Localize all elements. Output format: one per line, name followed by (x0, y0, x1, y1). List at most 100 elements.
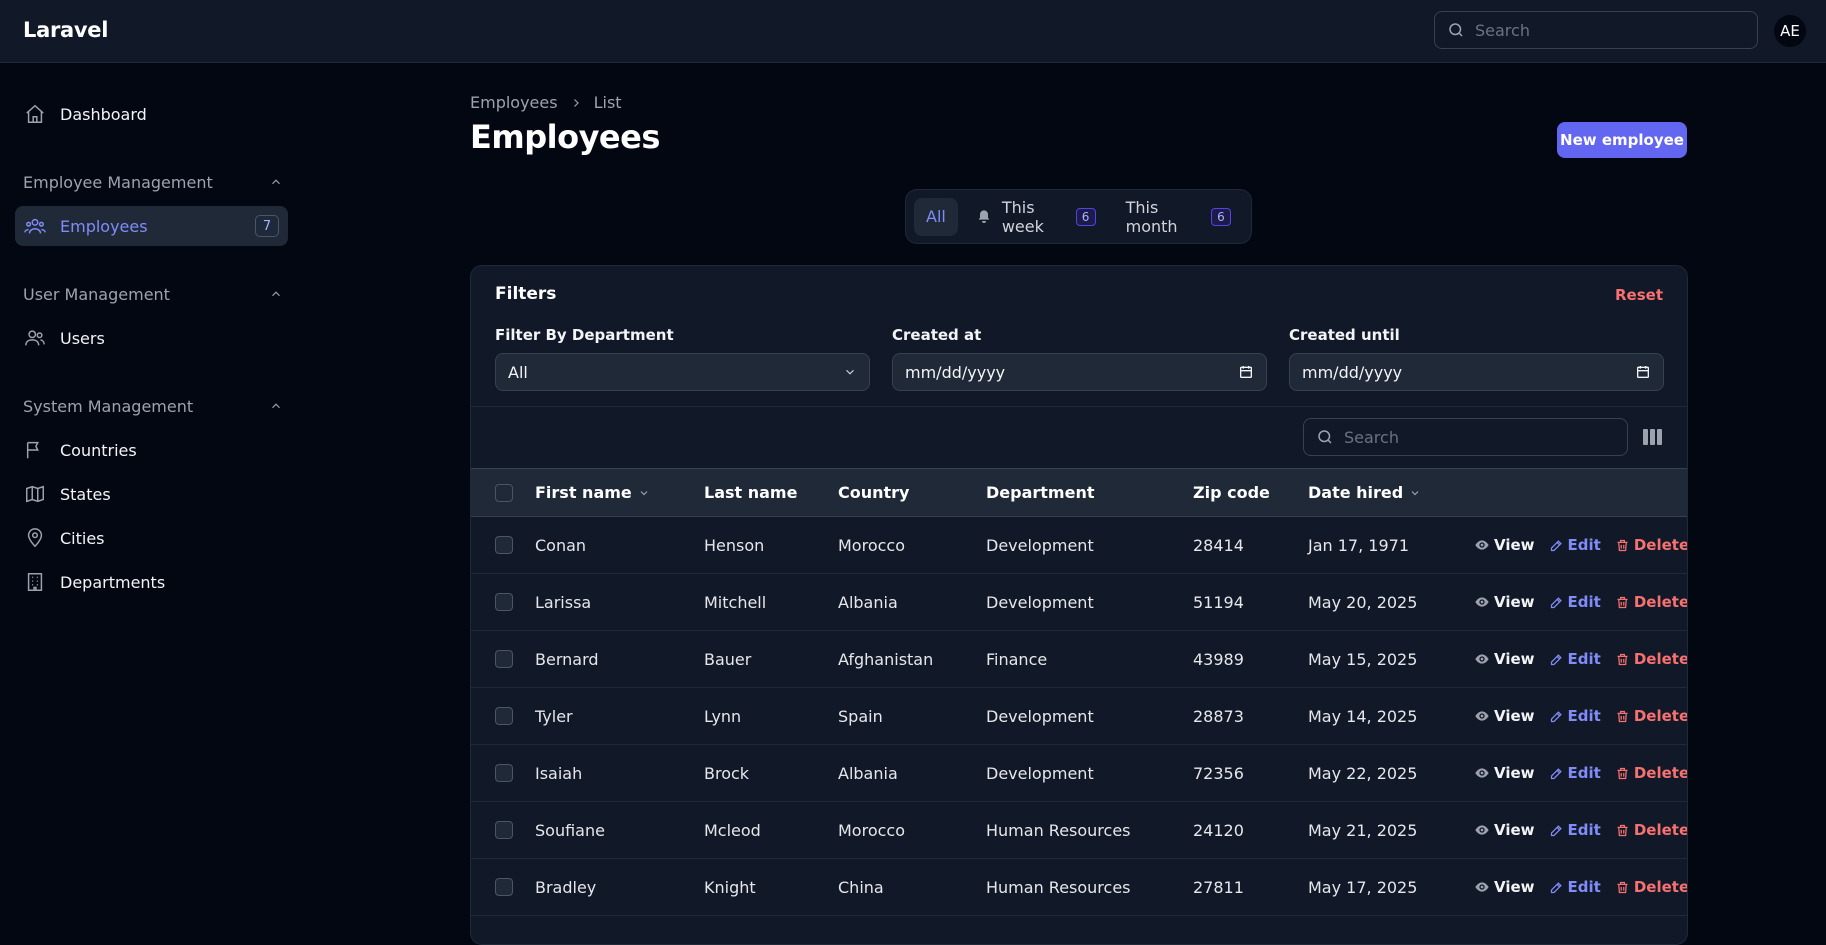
reset-filters-button[interactable]: Reset (1615, 286, 1663, 304)
cell-date-hired: May 21, 2025 (1308, 820, 1418, 840)
tab-label: This month (1125, 197, 1178, 236)
delete-button[interactable]: Delete (1615, 878, 1687, 896)
view-label: View (1494, 707, 1535, 725)
column-date-hired[interactable]: Date hired (1308, 469, 1421, 516)
chevron-up-icon[interactable] (269, 287, 283, 301)
view-label: View (1494, 878, 1535, 896)
group-user-management[interactable]: User Management (23, 282, 283, 306)
row-actions: View Edit Delete (1474, 745, 1688, 801)
row-actions: View Edit Delete (1474, 688, 1687, 744)
column-first-name[interactable]: First name (535, 469, 650, 516)
bell-icon (976, 209, 992, 225)
row-actions: View Edit Delete (1474, 517, 1687, 573)
group-system-management[interactable]: System Management (23, 394, 283, 418)
edit-button[interactable]: Edit (1549, 593, 1601, 611)
select-all-checkbox[interactable] (495, 469, 513, 516)
table-row[interactable]: Larissa Mitchell Albania Development 51194 Ma… (471, 574, 1687, 631)
table-row[interactable]: Isaiah Brock Albania Development 72356 May 22… (471, 745, 1687, 802)
view-button[interactable]: View (1474, 821, 1535, 839)
calendar-icon[interactable] (1635, 364, 1651, 380)
sidebar-item-countries[interactable]: Countries (15, 430, 288, 470)
column-department[interactable]: Department (986, 469, 1094, 516)
breadcrumb-parent[interactable]: Employees (470, 93, 558, 112)
cell-last-name: Brock (704, 763, 750, 783)
delete-button[interactable]: Delete (1615, 593, 1687, 611)
view-button[interactable]: View (1474, 764, 1535, 782)
sidebar-item-label: Departments (60, 572, 166, 592)
row-checkbox[interactable] (495, 574, 513, 630)
cell-zip-code: 43989 (1193, 649, 1244, 669)
table-row[interactable]: Soufiane Mcleod Morocco Human Resources 2412… (471, 802, 1687, 859)
delete-button[interactable]: Delete (1615, 536, 1687, 554)
edit-button[interactable]: Edit (1549, 821, 1601, 839)
sidebar-item-states[interactable]: States (15, 474, 288, 514)
table-row[interactable]: Conan Henson Morocco Development 28414 Jan 17… (471, 517, 1687, 574)
department-select-value: All (508, 362, 528, 382)
table-row[interactable]: Bradley Knight China Human Resources 27811 Ma… (471, 859, 1687, 916)
tab-this-month[interactable]: This month 6 (1114, 198, 1243, 236)
edit-button[interactable]: Edit (1549, 707, 1601, 725)
cell-date-hired: May 15, 2025 (1308, 649, 1418, 669)
sidebar-item-dashboard[interactable]: Dashboard (15, 94, 288, 134)
chevron-up-icon[interactable] (269, 175, 283, 189)
calendar-icon[interactable] (1238, 364, 1254, 380)
tab-all[interactable]: All (914, 197, 958, 236)
sidebar-item-cities[interactable]: Cities (15, 518, 288, 558)
group-employee-management[interactable]: Employee Management (23, 170, 283, 194)
edit-label: Edit (1567, 593, 1601, 611)
cell-first-name: Conan (535, 535, 587, 555)
table-search-input[interactable]: Search (1303, 418, 1628, 456)
cell-first-name: Tyler (535, 706, 573, 726)
global-search-placeholder: Search (1475, 20, 1530, 40)
user-avatar[interactable]: AE (1774, 15, 1806, 47)
view-button[interactable]: View (1474, 650, 1535, 668)
cell-last-name: Bauer (704, 649, 752, 669)
department-select[interactable]: All (495, 353, 870, 391)
view-button[interactable]: View (1474, 707, 1535, 725)
row-actions: View Edit Delete (1474, 574, 1687, 630)
sidebar-item-employees[interactable]: Employees 7 (15, 206, 288, 246)
delete-button[interactable]: Delete (1615, 821, 1687, 839)
trash-icon (1615, 709, 1634, 724)
columns-icon[interactable] (1643, 428, 1663, 446)
global-search-input[interactable]: Search (1434, 11, 1758, 49)
edit-button[interactable]: Edit (1549, 650, 1601, 668)
sidebar-item-users[interactable]: Users (15, 318, 288, 358)
table-row[interactable]: Bernard Bauer Afghanistan Finance 43989 May 1… (471, 631, 1687, 688)
delete-button[interactable]: Delete (1615, 764, 1688, 782)
edit-button[interactable]: Edit (1549, 536, 1601, 554)
row-checkbox[interactable] (495, 631, 513, 687)
page-title: Employees (470, 118, 660, 156)
trash-icon (1615, 595, 1634, 610)
view-button[interactable]: View (1474, 536, 1535, 554)
row-checkbox[interactable] (495, 517, 513, 573)
column-country[interactable]: Country (838, 469, 909, 516)
edit-button[interactable]: Edit (1549, 764, 1601, 782)
created-until-value: mm/dd/yyyy (1302, 362, 1403, 382)
eye-icon (1474, 651, 1494, 667)
created-at-date-input[interactable]: mm/dd/yyyy (892, 353, 1267, 391)
edit-button[interactable]: Edit (1549, 878, 1601, 896)
row-checkbox[interactable] (495, 859, 513, 915)
brand-logo[interactable]: Laravel (23, 18, 108, 42)
view-button[interactable]: View (1474, 593, 1535, 611)
table-row[interactable]: Tyler Lynn Spain Development 28873 May 14, 20… (471, 688, 1687, 745)
cell-country: Afghanistan (838, 649, 934, 669)
row-checkbox[interactable] (495, 802, 513, 858)
sidebar-item-departments[interactable]: Departments (15, 562, 288, 602)
created-until-date-input[interactable]: mm/dd/yyyy (1289, 353, 1664, 391)
chevron-down-icon (638, 487, 650, 499)
cell-country: Morocco (838, 820, 905, 840)
view-button[interactable]: View (1474, 878, 1535, 896)
row-checkbox[interactable] (495, 688, 513, 744)
column-zip-code[interactable]: Zip code (1193, 469, 1270, 516)
column-last-name[interactable]: Last name (704, 469, 797, 516)
delete-label: Delete (1633, 764, 1688, 782)
row-checkbox[interactable] (495, 745, 513, 801)
cell-department: Finance (986, 649, 1048, 669)
chevron-up-icon[interactable] (269, 399, 283, 413)
new-employee-button[interactable]: New employee (1557, 122, 1687, 158)
tab-this-week[interactable]: This week 6 (964, 198, 1108, 236)
delete-button[interactable]: Delete (1615, 707, 1687, 725)
delete-button[interactable]: Delete (1615, 650, 1687, 668)
